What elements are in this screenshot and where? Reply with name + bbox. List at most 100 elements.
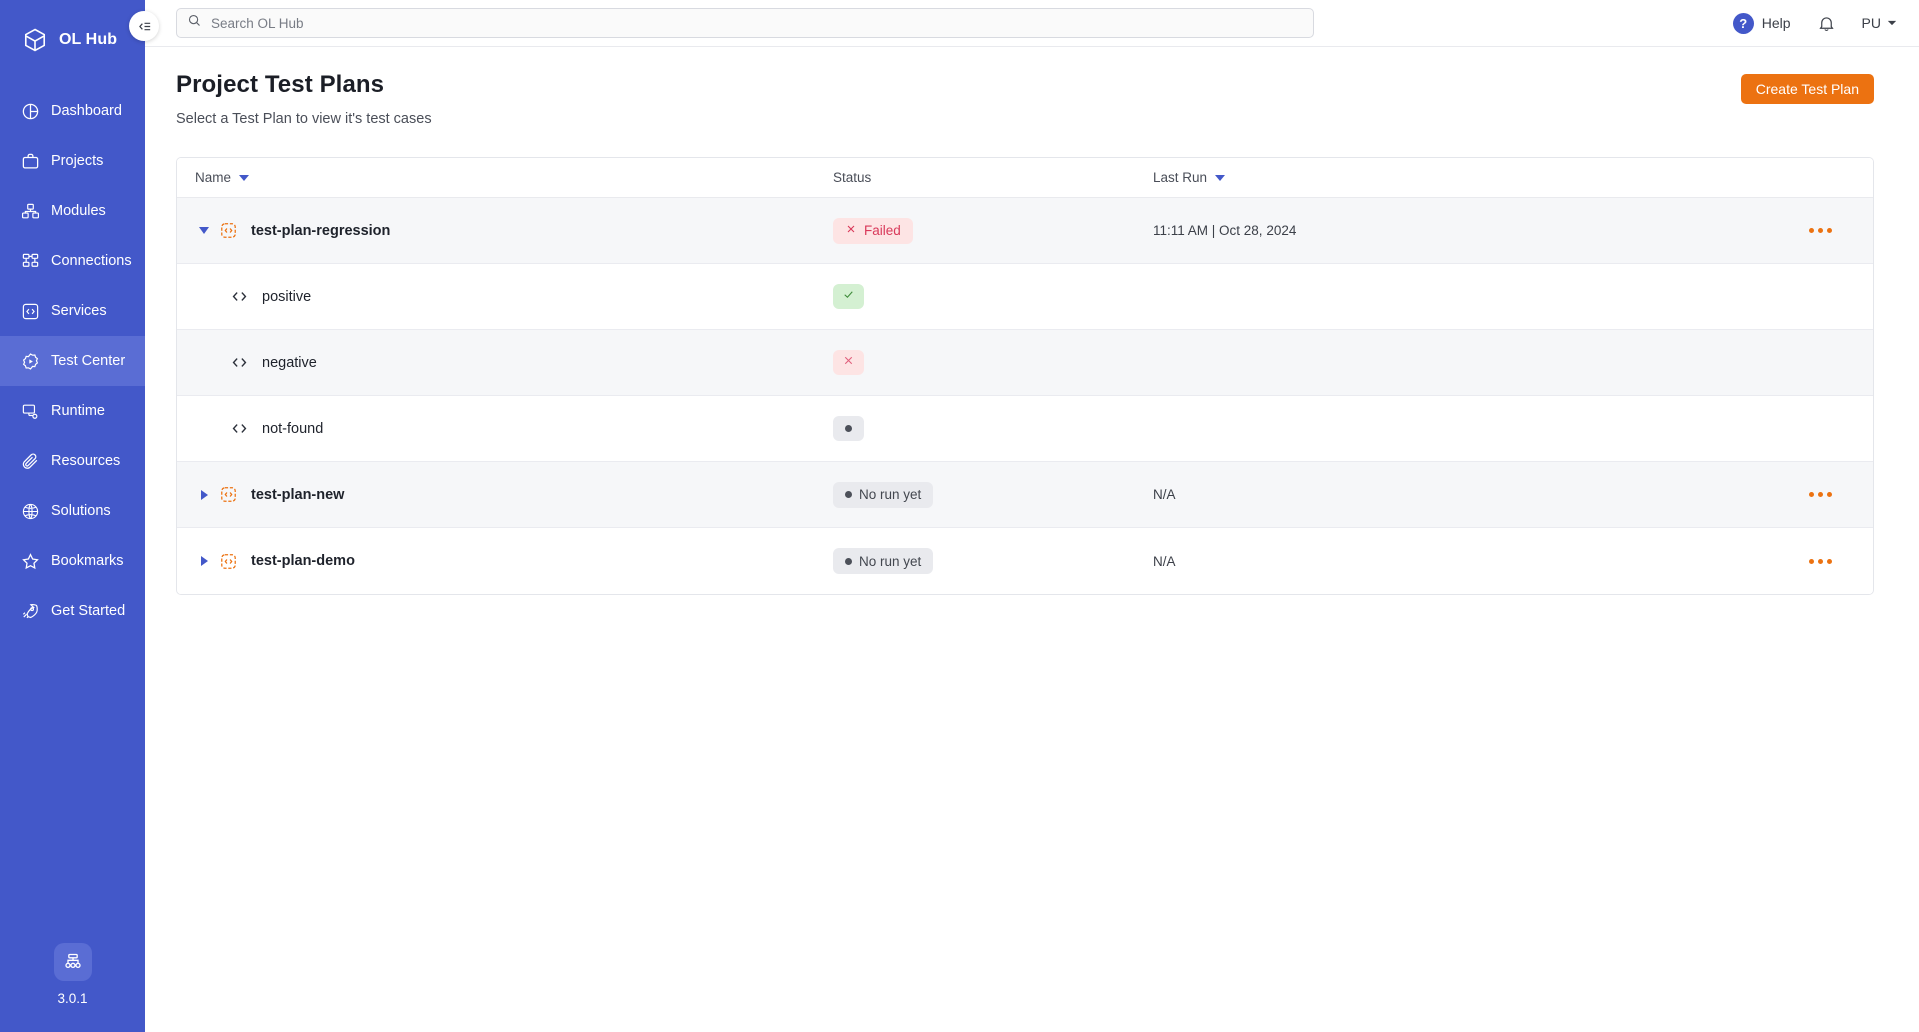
nodes-icon [20, 251, 40, 271]
dot-icon [845, 557, 852, 565]
x-icon [842, 354, 855, 372]
sidebar-item-label: Test Center [51, 353, 126, 369]
x-icon [845, 223, 857, 238]
table-row[interactable]: not-found [177, 396, 1873, 462]
status-label: No run yet [859, 553, 922, 569]
bell-icon[interactable] [1817, 14, 1836, 33]
collapse-sidebar-icon[interactable] [129, 11, 159, 41]
row-status-cell: No run yet [833, 481, 1153, 508]
column-label: Name [195, 170, 232, 185]
status-badge: Failed [833, 217, 913, 244]
sidebar-item-bookmarks[interactable]: Bookmarks [0, 536, 145, 586]
row-actions-cell [1785, 486, 1855, 503]
sidebar-item-get-started[interactable]: Get Started [0, 586, 145, 636]
row-label: positive [262, 288, 312, 305]
triangle-down-icon[interactable] [195, 227, 213, 234]
test-plan-icon [218, 551, 238, 571]
status-badge [833, 416, 864, 441]
sidebar-item-label: Resources [51, 453, 121, 469]
table-row[interactable]: positive [177, 264, 1873, 330]
row-status-cell: No run yet [833, 548, 1153, 574]
column-header-last-run[interactable]: Last Run [1153, 170, 1855, 185]
app-version: 3.0.1 [57, 991, 88, 1006]
caret-down-icon[interactable] [1215, 174, 1226, 181]
page-header: Project Test Plans Select a Test Plan to… [176, 71, 1874, 127]
row-label: test-plan-demo [251, 553, 355, 569]
table-row[interactable]: test-plan-demo No run yet N/A [177, 528, 1873, 594]
sidebar-item-label: Solutions [51, 503, 111, 519]
search-icon [187, 13, 202, 33]
sidebar-footer: 3.0.1 [0, 943, 145, 1032]
search-input[interactable] [211, 15, 1303, 31]
dot-icon [845, 425, 852, 432]
table-row[interactable]: negative [177, 330, 1873, 396]
row-status-cell [833, 416, 1153, 441]
status-badge: No run yet [833, 481, 934, 508]
sidebar-item-dashboard[interactable]: Dashboard [0, 86, 145, 136]
sidebar-item-modules[interactable]: Modules [0, 186, 145, 236]
search-box[interactable] [176, 8, 1314, 38]
row-label: not-found [262, 420, 324, 437]
row-name-cell: test-plan-new [195, 485, 833, 505]
row-actions-cell [1785, 553, 1855, 570]
runtime-icon [20, 401, 40, 421]
code-icon [229, 287, 249, 307]
sidebar-item-label: Runtime [51, 403, 105, 419]
column-header-name[interactable]: Name [195, 170, 833, 185]
test-plan-icon [218, 221, 238, 241]
caret-down-icon[interactable] [239, 174, 250, 181]
user-menu[interactable]: PU [1862, 15, 1897, 31]
kebab-menu-icon[interactable] [1803, 222, 1838, 239]
triangle-right-icon[interactable] [195, 489, 213, 500]
triangle-right-icon[interactable] [195, 556, 213, 566]
hexagon-logo-icon [22, 27, 48, 53]
sidebar: OL Hub Dashboard Projects Modules Connec… [0, 0, 145, 1032]
kebab-menu-icon[interactable] [1803, 553, 1838, 570]
sidebar-item-runtime[interactable]: Runtime [0, 386, 145, 436]
globe-icon [20, 501, 40, 521]
table-row[interactable]: test-plan-new No run yet N/A [177, 462, 1873, 528]
test-plans-table: Name Status Last Run test-plan-regressio… [176, 157, 1874, 595]
sidebar-item-services[interactable]: Services [0, 286, 145, 336]
create-test-plan-button[interactable]: Create Test Plan [1740, 74, 1874, 104]
table-header-row: Name Status Last Run [177, 158, 1873, 198]
brand[interactable]: OL Hub [0, 0, 145, 58]
question-mark-icon: ? [1732, 12, 1754, 34]
sidebar-item-label: Services [51, 303, 107, 319]
row-label: test-plan-regression [251, 222, 391, 239]
row-last-run-cell: 11:11 AM | Oct 28, 2024 [1153, 223, 1297, 238]
row-name-cell: not-found [195, 419, 833, 439]
sidebar-item-label: Modules [51, 203, 106, 219]
kebab-menu-icon[interactable] [1803, 486, 1838, 503]
sitemap-icon[interactable] [53, 943, 92, 981]
briefcase-icon [20, 151, 40, 171]
row-status-cell: Failed [833, 217, 1153, 244]
page-content: Project Test Plans Select a Test Plan to… [145, 47, 1919, 1032]
main-area: ? Help PU Project Te [145, 0, 1919, 1032]
chevron-down-icon [1887, 15, 1897, 31]
sidebar-item-connections[interactable]: Connections [0, 236, 145, 286]
row-last-run-cell: N/A [1153, 553, 1176, 569]
modules-icon [20, 201, 40, 221]
page-title: Project Test Plans [176, 71, 385, 98]
table-row[interactable]: test-plan-regression Failed 11:11 AM | O… [177, 198, 1873, 264]
status-badge [833, 284, 864, 309]
sidebar-item-test-center[interactable]: Test Center [0, 336, 145, 386]
paperclip-icon [20, 451, 40, 471]
row-name-cell: test-plan-demo [195, 551, 833, 571]
status-label: No run yet [859, 487, 922, 502]
column-label: Last Run [1153, 170, 1208, 185]
dot-icon [845, 491, 852, 498]
sidebar-item-resources[interactable]: Resources [0, 436, 145, 486]
sidebar-item-label: Dashboard [51, 103, 122, 119]
page-subtitle: Select a Test Plan to view it's test cas… [176, 111, 432, 127]
status-badge [833, 350, 864, 375]
code-box-icon [20, 301, 40, 321]
code-icon [229, 419, 249, 439]
help-button[interactable]: ? Help [1732, 12, 1791, 34]
test-plan-icon [218, 485, 238, 505]
sidebar-item-projects[interactable]: Projects [0, 136, 145, 186]
sidebar-item-solutions[interactable]: Solutions [0, 486, 145, 536]
pie-chart-icon [20, 101, 40, 121]
user-initials: PU [1861, 15, 1881, 31]
